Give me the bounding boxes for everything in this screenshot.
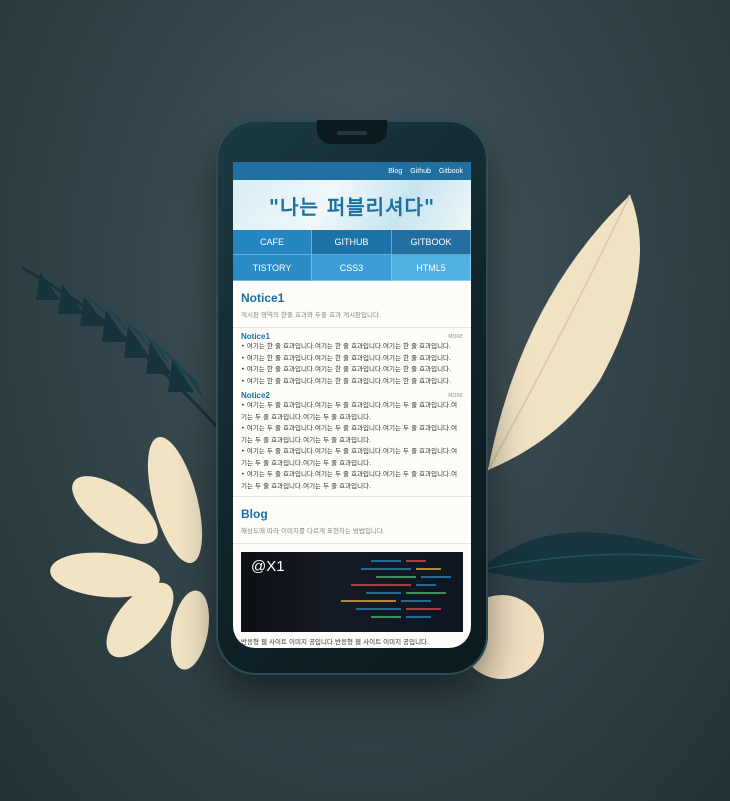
list-item[interactable]: • 여기는 두 줄 효과입니다.여기는 두 줄 효과입니다.여기는 두 줄 효과… (241, 400, 463, 423)
blog-desc: 해상도에 따라 이미지를 다르게 표현하는 방법입니다. (241, 527, 385, 535)
blog-image[interactable]: @X1 (241, 552, 463, 632)
menu-item-gitbook[interactable]: GITBOOK (392, 230, 471, 255)
notice1-header: Notice1 MORE (241, 332, 463, 341)
blog-section: Blog 해상도에 따라 이미지를 다르게 표현하는 방법입니다. @X1 반응… (233, 497, 471, 646)
top-link-blog[interactable]: Blog (388, 168, 402, 175)
notice-title: Notice1 (241, 291, 285, 305)
blog-title: Blog (241, 507, 268, 521)
list-item[interactable]: • 여기는 두 줄 효과입니다.여기는 두 줄 효과입니다.여기는 두 줄 효과… (241, 469, 463, 492)
menu-item-html5[interactable]: HTML5 (392, 255, 471, 281)
phone-screen: Blog Github Gitbook "나는 퍼블리셔다" CAFE GITH… (233, 162, 471, 648)
menu-item-tistory[interactable]: TISTORY (233, 255, 312, 281)
cream-leaf-icon (487, 194, 640, 471)
top-link-gitbook[interactable]: Gitbook (439, 168, 463, 175)
list-item[interactable]: • 여기는 두 줄 효과입니다.여기는 두 줄 효과입니다.여기는 두 줄 효과… (241, 446, 463, 469)
notice2-header: Notice2 MORE (241, 391, 463, 400)
blog-caption: 반응형 웹 사이트 이미지 공입니다.반응형 웹 사이트 이미지 공입니다. (241, 638, 430, 646)
menu-item-github[interactable]: GITHUB (312, 230, 392, 255)
notice-section: Notice1 게시판 영역의 한줄 효과와 두줄 효과 게시판입니다. Not… (233, 281, 471, 497)
hero-banner: "나는 퍼블리셔다" (233, 180, 471, 230)
list-item[interactable]: • 여기는 한 줄 효과입니다.여기는 한 줄 효과입니다.여기는 한 줄 효과… (241, 353, 463, 365)
top-link-github[interactable]: Github (410, 168, 431, 175)
notice1-title: Notice1 (241, 332, 270, 341)
list-item[interactable]: • 여기는 한 줄 효과입니다.여기는 한 줄 효과입니다.여기는 한 줄 효과… (241, 364, 463, 376)
notice2-more-link[interactable]: MORE (448, 393, 463, 399)
menu-item-cafe[interactable]: CAFE (233, 230, 312, 255)
divider (233, 543, 471, 544)
site-title: "나는 퍼블리셔다" (268, 194, 436, 219)
cream-flower-icon (50, 436, 210, 670)
main-menu: CAFE GITHUB GITBOOK TISTORY CSS3 HTML5 (233, 230, 471, 281)
notice1-more-link[interactable]: MORE (448, 334, 463, 340)
list-item[interactable]: • 여기는 두 줄 효과입니다.여기는 두 줄 효과입니다.여기는 두 줄 효과… (241, 423, 463, 446)
top-nav: Blog Github Gitbook (233, 162, 471, 180)
notice2-title: Notice2 (241, 391, 270, 400)
fern-leaf-icon (21, 266, 222, 432)
notice-desc: 게시판 영역의 한줄 효과와 두줄 효과 게시판입니다. (241, 311, 382, 319)
divider (233, 327, 471, 328)
phone-speaker (337, 131, 367, 135)
dark-leaf-icon (479, 532, 706, 583)
list-item[interactable]: • 여기는 한 줄 효과입니다.여기는 한 줄 효과입니다.여기는 한 줄 효과… (241, 376, 463, 388)
list-item[interactable]: • 여기는 한 줄 효과입니다.여기는 한 줄 효과입니다.여기는 한 줄 효과… (241, 341, 463, 353)
menu-item-css3[interactable]: CSS3 (312, 255, 392, 281)
code-screen-icon (341, 560, 451, 618)
